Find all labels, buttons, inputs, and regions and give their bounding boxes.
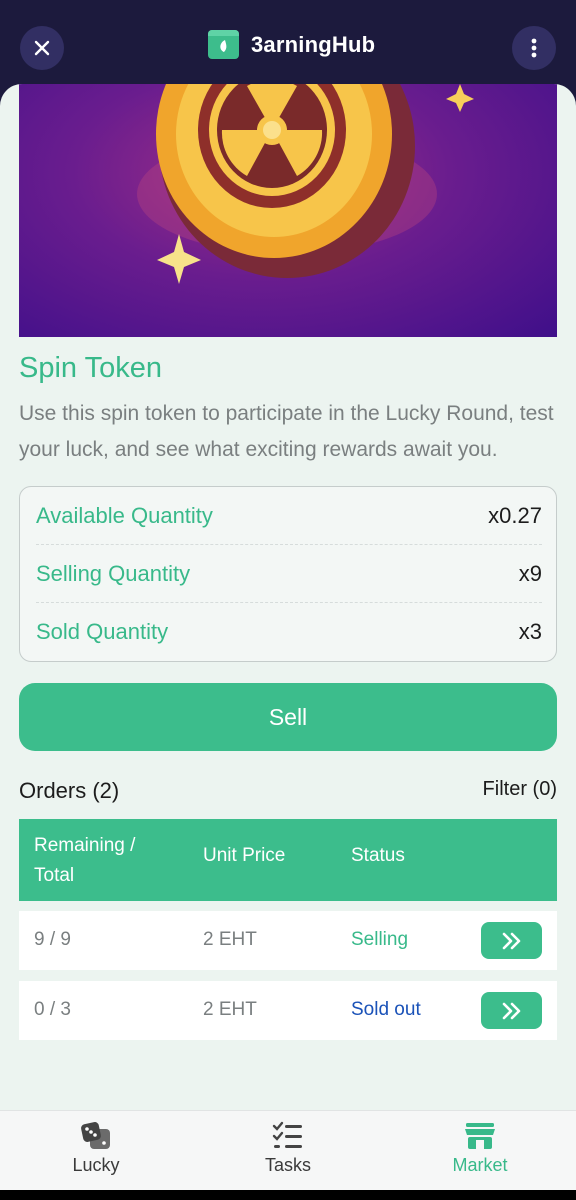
bottom-nav: Lucky Tasks Market — [0, 1110, 576, 1190]
checklist-icon — [272, 1121, 302, 1148]
sold-quantity-label: Sold Quantity — [36, 619, 169, 644]
row-status: Selling — [351, 929, 409, 950]
dice-icon — [81, 1122, 110, 1149]
sell-button[interactable]: Sell — [19, 683, 557, 751]
column-remaining: Remaining / Total — [34, 835, 136, 886]
available-quantity-label: Available Quantity — [36, 502, 213, 528]
orders-title: Orders (2) — [19, 778, 120, 803]
nav-label-market: Market — [452, 1155, 508, 1175]
column-status: Status — [351, 845, 405, 866]
filter-button[interactable]: Filter (0) — [483, 778, 557, 801]
table-row: 0 / 3 2 EHT Sold out — [19, 981, 557, 1040]
order-detail-button[interactable] — [481, 992, 542, 1029]
nav-label-tasks: Tasks — [264, 1155, 311, 1175]
brand-logo-icon — [208, 30, 239, 59]
selling-quantity-label: Selling Quantity — [36, 560, 191, 586]
table-row: 9 / 9 2 EHT Selling — [19, 911, 557, 970]
double-chevron-right-icon — [502, 932, 520, 949]
order-detail-button[interactable] — [481, 922, 542, 959]
row-unit-price: 2 EHT — [203, 929, 257, 950]
available-quantity-value: x0.27 — [488, 502, 542, 528]
orders-table-header: Remaining / Total Unit Price Status — [19, 819, 557, 901]
brand: 3arningHub — [208, 30, 375, 59]
nav-label-lucky: Lucky — [72, 1155, 120, 1175]
app-header: 3arningHub — [0, 0, 576, 92]
app-title: 3arningHub — [251, 31, 376, 57]
row-unit-price: 2 EHT — [203, 999, 257, 1020]
sold-quantity-row: Sold Quantity x3 — [36, 603, 542, 661]
row-remaining: 9 / 9 — [34, 929, 71, 950]
row-status: Sold out — [351, 999, 421, 1020]
close-button[interactable] — [20, 26, 64, 70]
selling-quantity-value: x9 — [518, 560, 542, 586]
sold-quantity-value: x3 — [518, 619, 542, 644]
close-icon — [34, 40, 50, 56]
store-icon — [465, 1123, 495, 1149]
double-chevron-right-icon — [502, 1002, 520, 1019]
nav-item-tasks[interactable]: Tasks — [228, 1121, 348, 1176]
product-title: Spin Token — [19, 352, 162, 384]
product-description: Use this spin token to participate in th… — [19, 402, 554, 461]
quantity-card: Available Quantity x0.27 Selling Quantit… — [19, 486, 557, 662]
column-unit-price: Unit Price — [203, 845, 286, 866]
nav-item-lucky[interactable]: Lucky — [36, 1121, 156, 1176]
more-options-button[interactable] — [512, 26, 556, 70]
selling-quantity-row: Selling Quantity x9 — [36, 545, 542, 603]
product-detail[interactable]: Spin Token Use this spin token to partic… — [0, 84, 576, 1110]
system-home-bar — [0, 1190, 576, 1200]
nav-item-market[interactable]: Market — [420, 1121, 540, 1176]
more-vertical-icon — [531, 38, 537, 58]
row-remaining: 0 / 3 — [34, 999, 71, 1020]
product-image — [19, 84, 557, 337]
available-quantity-row: Available Quantity x0.27 — [36, 487, 542, 545]
